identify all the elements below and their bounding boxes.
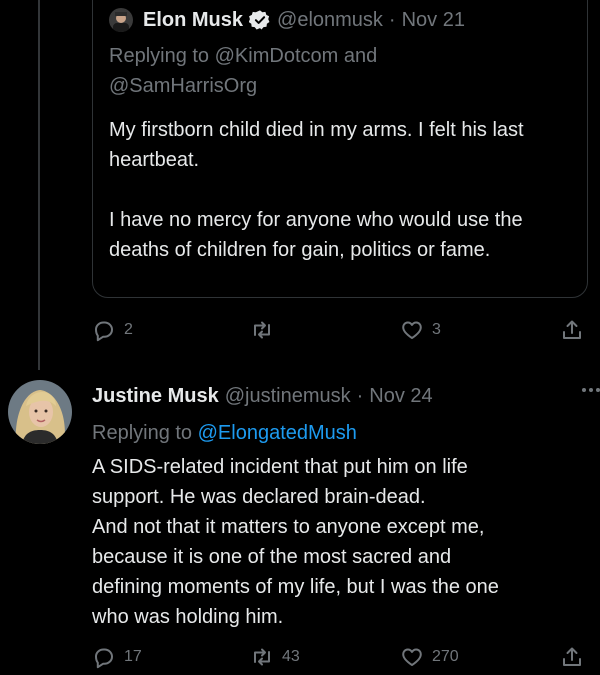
reply-icon [95, 321, 113, 342]
retweet-button[interactable]: 43 [250, 645, 300, 669]
quoted-replying-to: Replying to @KimDotcom and @SamHarrisOrg [109, 41, 571, 101]
reply-tweet-header: Justine Musk @justinemusk · Nov 24 [92, 378, 600, 414]
reply-replying-to: Replying to @ElongatedMush [92, 418, 592, 448]
elon-avatar[interactable] [109, 8, 133, 32]
retweet-count: 43 [282, 648, 300, 665]
reply-line: defining moments of my life, but I was t… [92, 576, 499, 598]
reply-line: support. He was declared brain-dead. [92, 486, 426, 508]
replying-prefix: Replying to [109, 45, 210, 67]
reply-line: because it is one of the most sacred and [92, 546, 452, 568]
like-count: 3 [432, 321, 441, 338]
reply-button[interactable]: 2 [92, 318, 133, 342]
reply-icon [95, 648, 113, 669]
reply-count: 2 [124, 321, 133, 338]
quoted-author-handle[interactable]: @elonmusk [277, 9, 383, 32]
quoted-tweet-header: Elon Musk @elonmusk · Nov 21 [109, 5, 571, 35]
header-separator: · [388, 8, 396, 31]
quoted-paragraph: I have no mercy for anyone who would use… [109, 209, 523, 261]
replying-prefix: Replying to [92, 422, 193, 444]
share-button[interactable] [560, 645, 584, 669]
quoted-tweet-actions: 2 3 [90, 318, 590, 342]
more-icon[interactable] [582, 388, 600, 392]
like-button[interactable]: 3 [400, 318, 441, 342]
share-button[interactable] [560, 318, 584, 342]
reply-button[interactable]: 17 [92, 645, 142, 669]
heart-icon [402, 648, 422, 666]
reply-tweet-actions: 17 43 270 [90, 645, 590, 669]
reply-tweet-date[interactable]: Nov 24 [369, 385, 432, 408]
verified-badge-icon [249, 10, 270, 30]
heart-icon [402, 321, 422, 339]
reply-line: who was holding him. [92, 606, 284, 628]
quoted-tweet-text: My firstborn child died in my arms. I fe… [109, 115, 571, 265]
quoted-author-name[interactable]: Elon Musk [143, 9, 243, 32]
reply-author-name[interactable]: Justine Musk [92, 385, 219, 408]
quoted-tweet-date[interactable]: Nov 21 [402, 9, 465, 32]
share-icon [563, 647, 581, 666]
header-separator: · [356, 384, 364, 407]
replying-handles-line2[interactable]: @SamHarrisOrg [109, 75, 257, 97]
retweet-icon [254, 648, 270, 666]
replying-handles-line1[interactable]: @KimDotcom and [215, 45, 378, 67]
share-icon [563, 320, 581, 339]
justine-avatar[interactable] [8, 380, 72, 444]
reply-tweet-text: A SIDS-related incident that put him on … [92, 452, 592, 632]
reply-line: And not that it matters to anyone except… [92, 516, 485, 538]
like-button[interactable]: 270 [400, 645, 459, 669]
retweet-button[interactable] [250, 318, 282, 342]
reply-tweet[interactable]: Justine Musk @justinemusk · Nov 24 Reply… [92, 378, 600, 632]
quoted-tweet-card[interactable]: Elon Musk @elonmusk · Nov 21 Replying to… [92, 0, 588, 298]
quoted-paragraph: My firstborn child died in my arms. I fe… [109, 119, 524, 171]
like-count: 270 [432, 648, 459, 665]
thread-connector-line [38, 0, 40, 370]
reply-line: A SIDS-related incident that put him on … [92, 456, 468, 478]
replying-handle-link[interactable]: @ElongatedMush [198, 422, 357, 444]
reply-count: 17 [124, 648, 142, 665]
reply-author-handle[interactable]: @justinemusk [225, 385, 351, 408]
retweet-icon [254, 321, 270, 339]
